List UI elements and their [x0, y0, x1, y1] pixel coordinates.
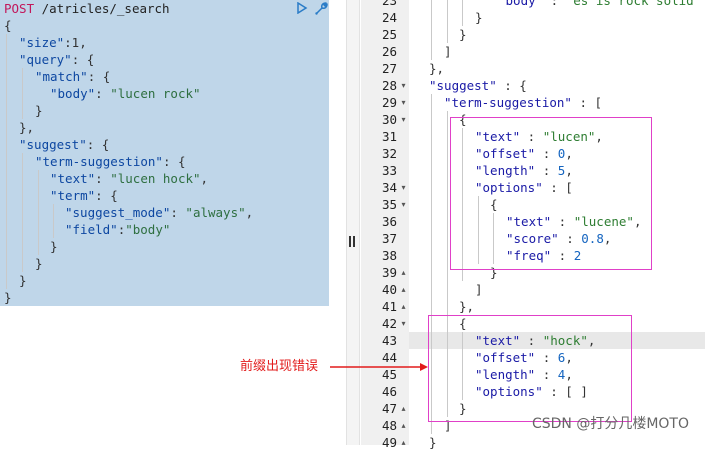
line-number: 28	[381, 78, 397, 93]
line-number: 30	[381, 112, 397, 127]
fold-chevron-icon[interactable]: ▾	[399, 77, 408, 94]
indent-guide	[22, 153, 23, 272]
request-line: }	[19, 273, 27, 288]
line-number: 36	[381, 214, 397, 229]
response-line: }	[429, 435, 437, 450]
request-line: }	[50, 239, 58, 254]
line-number: 26	[381, 44, 397, 59]
request-block-selection[interactable]: POST /atricles/_search { "size":1, "quer…	[0, 0, 329, 306]
line-number: 35	[381, 197, 397, 212]
line-number: 39	[381, 265, 397, 280]
line-number: 40	[381, 282, 397, 297]
request-line: }	[35, 256, 43, 271]
line-number: 23	[381, 0, 397, 8]
indent-guide	[22, 68, 23, 119]
line-number: 43	[381, 333, 397, 348]
line-number: 47	[381, 401, 397, 416]
callout-box-lucen	[450, 117, 652, 270]
annotation-label: 前缀出现错误	[240, 359, 319, 374]
line-number: 34	[381, 180, 397, 195]
fold-chevron-icon[interactable]: ▴	[399, 298, 408, 315]
line-number: 29	[381, 95, 397, 110]
response-viewer[interactable]: 23 24 25 26 27 28 29 30 31 32 33 34 35 3…	[361, 0, 705, 450]
response-line: "body" : "es is rock solid"	[498, 0, 702, 8]
request-line: "query": {	[19, 52, 95, 67]
indent-guide	[38, 170, 39, 255]
response-line: "term-suggestion" : [	[444, 95, 603, 110]
fold-chevron-icon[interactable]: ▾	[399, 315, 408, 332]
wrench-icon[interactable]	[313, 1, 329, 17]
callout-box-hock	[428, 315, 632, 422]
line-number: 32	[381, 146, 397, 161]
indent-guide	[462, 0, 463, 26]
fold-chevron-icon[interactable]: ▴	[399, 264, 408, 281]
response-line: ]	[444, 44, 452, 59]
request-line: }	[35, 103, 43, 118]
line-number: 37	[381, 231, 397, 246]
response-line: }	[459, 27, 467, 42]
response-line: ]	[475, 282, 483, 297]
request-line: "match": {	[35, 69, 111, 84]
http-method: POST	[4, 1, 35, 16]
request-line: "field":"body"	[65, 222, 171, 237]
response-line: "suggest" : {	[429, 78, 527, 93]
request-line: "suggest_mode": "always",	[65, 205, 254, 220]
fold-chevron-icon[interactable]: ▾	[399, 94, 408, 111]
request-line: "size":1,	[19, 35, 87, 50]
fold-chevron-icon[interactable]: ▾	[399, 179, 408, 196]
line-number: 38	[381, 248, 397, 263]
request-line: "text": "lucen hock",	[50, 171, 209, 186]
watermark: CSDN @打分几楼MOTO	[531, 416, 689, 432]
request-line: "suggest": {	[19, 137, 110, 152]
request-line: {	[4, 18, 12, 33]
pane-divider[interactable]	[346, 0, 360, 445]
line-number: 48	[381, 418, 397, 433]
indent-guide	[6, 34, 7, 289]
line-number-gutter: 23 24 25 26 27 28 29 30 31 32 33 34 35 3…	[361, 0, 409, 450]
indent-guide	[447, 0, 448, 43]
fold-chevron-icon[interactable]: ▴	[399, 417, 408, 434]
fold-chevron-icon[interactable]: ▾	[399, 111, 408, 128]
request-line: POST /atricles/_search	[4, 0, 170, 17]
fold-chevron-icon[interactable]: ▴	[399, 434, 408, 451]
indent-guide	[53, 204, 54, 238]
line-number: 42	[381, 316, 397, 331]
line-number: 33	[381, 163, 397, 178]
resize-handle-icon[interactable]	[349, 236, 357, 248]
line-number: 41	[381, 299, 397, 314]
request-line: "body": "lucen rock"	[50, 86, 201, 101]
fold-chevron-icon[interactable]: ▴	[399, 281, 408, 298]
line-number: 25	[381, 27, 397, 42]
response-line: },	[459, 299, 475, 314]
indent-guide	[431, 0, 432, 60]
request-line: }	[4, 290, 12, 305]
line-number: 31	[381, 129, 397, 144]
response-line: },	[429, 61, 445, 76]
request-line: "term": {	[50, 188, 118, 203]
line-number: 24	[381, 10, 397, 25]
line-number: 49	[381, 435, 397, 450]
line-number: 46	[381, 384, 397, 399]
line-number: 27	[381, 61, 397, 76]
play-icon[interactable]	[296, 2, 308, 14]
request-line: "term-suggestion": {	[35, 154, 186, 169]
fold-chevron-icon[interactable]: ▴	[399, 400, 408, 417]
fold-chevron-icon[interactable]: ▾	[399, 196, 408, 213]
arrow-right-icon	[330, 363, 428, 371]
request-path: /atricles/_search	[34, 1, 170, 16]
request-line: },	[19, 120, 35, 135]
request-editor[interactable]: POST /atricles/_search { "size":1, "quer…	[0, 0, 336, 445]
response-line: }	[475, 10, 483, 25]
